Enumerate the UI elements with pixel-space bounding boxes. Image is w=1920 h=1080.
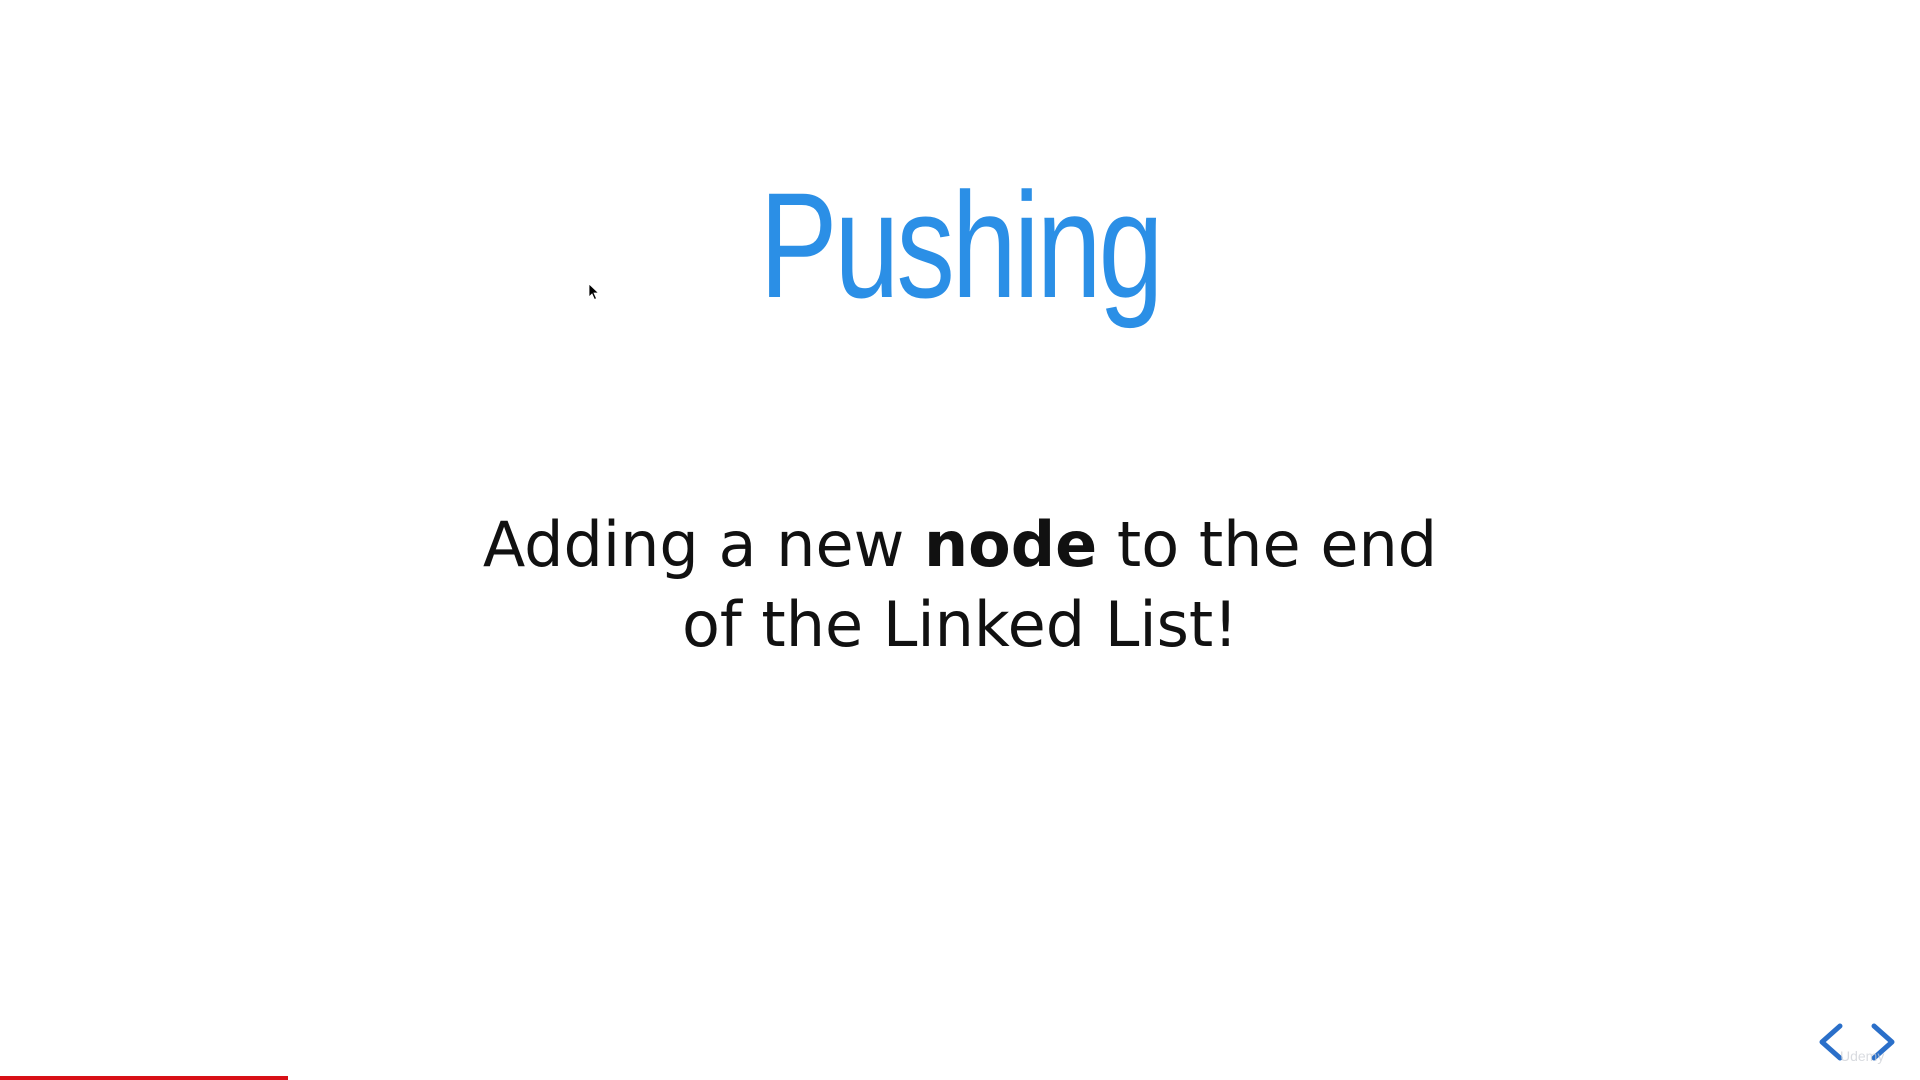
slide: Pushing Adding a new node to the end of … xyxy=(0,0,1920,1080)
description-text-start: Adding a new xyxy=(482,508,925,581)
video-progress-bar[interactable] xyxy=(0,1076,1920,1080)
description-bold-term: node xyxy=(924,508,1098,581)
mouse-pointer-icon xyxy=(588,283,600,301)
video-progress-fill xyxy=(0,1076,288,1080)
description-line-2: of the Linked List! xyxy=(681,588,1239,661)
udemy-watermark: Udemy xyxy=(1840,1048,1885,1064)
description-text-end: to the end xyxy=(1097,508,1438,581)
slide-title: Pushing xyxy=(759,161,1164,329)
slide-description: Adding a new node to the end of the Link… xyxy=(0,505,1920,665)
